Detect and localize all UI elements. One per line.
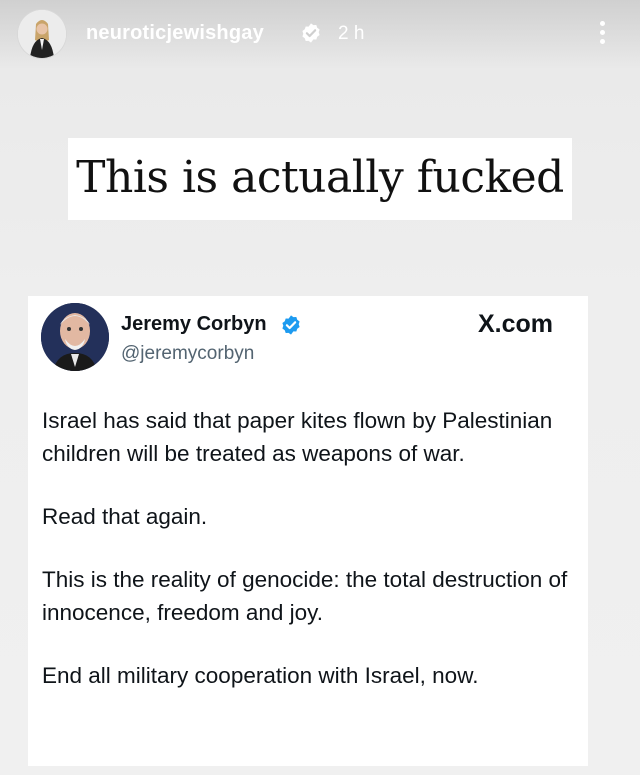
source-label: X.com [478, 310, 554, 338]
tweet-paragraph: Read that again. [42, 504, 208, 529]
story-username[interactable]: neuroticjewishgay [86, 22, 264, 45]
tweet-author-name: Jeremy Corbyn [121, 313, 267, 335]
verified-badge-icon [302, 23, 320, 43]
story-author-avatar[interactable] [18, 10, 66, 58]
story-timestamp: 2 h [338, 23, 365, 44]
more-vertical-icon[interactable] [592, 18, 612, 48]
headline-text-box: This is actually fucked [68, 138, 572, 220]
tweet-author-handle: @jeremycorbyn [121, 343, 255, 364]
author-photo [41, 303, 109, 371]
story-header: neuroticjewishgay 2 h [0, 0, 640, 70]
tweet-paragraph: This is the reality of genocide: the tot… [42, 567, 568, 625]
tweet-body: Israel has said that paper kites flown b… [42, 404, 582, 722]
tweet-paragraph: End all military cooperation with Israel… [42, 663, 479, 688]
tweet-author-avatar [41, 303, 109, 371]
story-headline: This is actually fucked [76, 152, 564, 203]
tweet-paragraph: Israel has said that paper kites flown b… [42, 408, 553, 466]
avatar-photo [18, 10, 66, 58]
tweet-card: Jeremy Corbyn @jeremycorbyn X.com Israel… [28, 296, 588, 766]
verified-badge-icon [282, 315, 300, 335]
